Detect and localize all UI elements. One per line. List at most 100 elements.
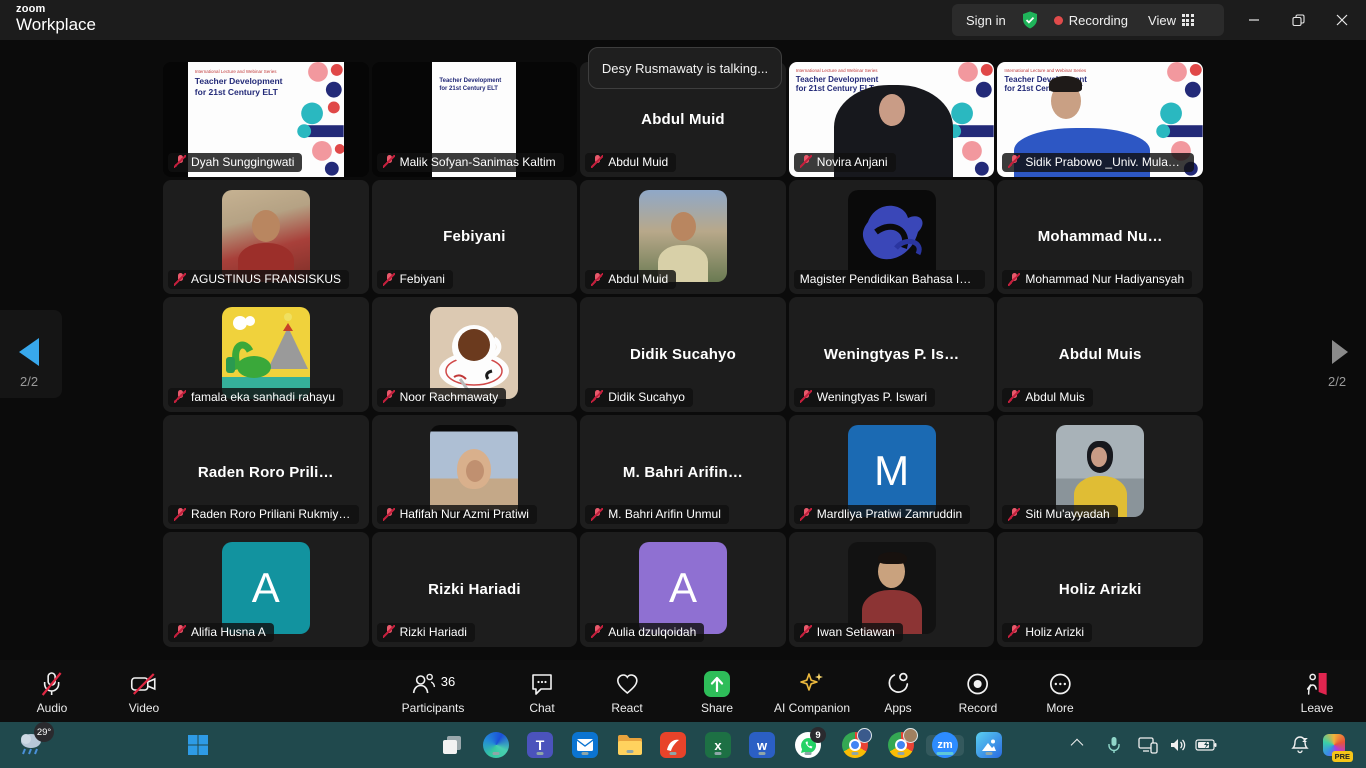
logo-workplace-text: Workplace: [16, 16, 96, 33]
participant-tile[interactable]: M. Bahri Arifin… M. Bahri Arifin Unmul: [580, 415, 786, 530]
participant-tile[interactable]: Iwan Setiawan: [789, 532, 995, 647]
participant-tile[interactable]: A Aulia dzulqoidah: [580, 532, 786, 647]
participant-name-label: Abdul Muid: [585, 153, 676, 172]
leave-button[interactable]: Leave: [1301, 671, 1334, 715]
audio-button[interactable]: Audio: [37, 671, 68, 715]
hidden-icons-chevron[interactable]: [1073, 741, 1082, 750]
view-grid-icon: [1182, 14, 1194, 26]
participant-tile[interactable]: Febiyani Febiyani: [372, 180, 578, 295]
weather-widget[interactable]: 29°: [18, 730, 50, 760]
copilot-button[interactable]: PRE: [1323, 734, 1345, 756]
participant-tile[interactable]: Rizki Hariadi Rizki Hariadi: [372, 532, 578, 647]
react-button[interactable]: React: [611, 671, 642, 715]
tray-microphone-icon[interactable]: [1107, 736, 1122, 754]
participant-tile[interactable]: Teacher Development for 21st Century ELT…: [372, 62, 578, 177]
next-page-arrow[interactable]: [1330, 338, 1350, 366]
task-view-button[interactable]: [440, 733, 464, 757]
photos-app[interactable]: [976, 732, 1002, 758]
speaking-toast: Desy Rusmawaty is talking...: [588, 47, 782, 89]
zoom-meeting-window: zoom Workplace Sign in Recording View: [0, 0, 1366, 768]
participant-name-label: Dyah Sunggingwati: [168, 153, 302, 172]
chat-button[interactable]: Chat: [529, 671, 555, 715]
participant-name-label: AGUSTINUS FRANSISKUS: [168, 270, 349, 289]
video-button[interactable]: Video: [129, 671, 159, 715]
close-button[interactable]: [1320, 0, 1364, 40]
participant-name-label: Siti Mu'ayyadah: [1002, 505, 1117, 524]
tray-cast-icon[interactable]: [1138, 736, 1158, 754]
participant-tile[interactable]: Holiz Arizki Holiz Arizki: [997, 532, 1203, 647]
foxit-pdf-app[interactable]: [660, 732, 686, 758]
sign-in-button[interactable]: Sign in: [966, 13, 1006, 28]
teams-app[interactable]: T: [527, 732, 553, 758]
participant-tile[interactable]: International Lecture and Webinar Series…: [997, 62, 1203, 177]
initial-avatar: M: [848, 425, 936, 517]
whatsapp-app[interactable]: 9: [795, 732, 821, 758]
muted-mic-icon: [1008, 273, 1020, 286]
chrome-app-2[interactable]: [888, 732, 914, 758]
view-label: View: [1148, 13, 1176, 28]
restore-button[interactable]: [1276, 0, 1320, 40]
view-button[interactable]: View: [1148, 13, 1194, 28]
participant-tile[interactable]: International Lecture and Webinar Series…: [789, 62, 995, 177]
share-button[interactable]: Share: [701, 671, 733, 715]
participant-name-label: Rizki Hariadi: [377, 623, 475, 642]
participant-tile[interactable]: Hafifah Nur Azmi Pratiwi: [372, 415, 578, 530]
participants-count: 36: [441, 674, 455, 689]
edge-app[interactable]: [483, 732, 509, 758]
participant-name-label: Alifia Husna A: [168, 623, 274, 642]
tray-volume-icon[interactable]: [1169, 737, 1187, 753]
minimize-button[interactable]: [1232, 0, 1276, 40]
apps-label: Apps: [884, 701, 911, 715]
participant-tile[interactable]: AGUSTINUS FRANSISKUS: [163, 180, 369, 295]
participant-tile[interactable]: Weningtyas P. Is… Weningtyas P. Iswari: [789, 297, 995, 412]
chrome-app-1[interactable]: [842, 732, 868, 758]
file-explorer-app[interactable]: [617, 734, 643, 756]
participant-tile[interactable]: Raden Roro Prili… Raden Roro Priliani Ru…: [163, 415, 369, 530]
participant-tile[interactable]: Abdul Muis Abdul Muis: [997, 297, 1203, 412]
profile-photo-avatar: [848, 542, 936, 634]
initial-avatar: A: [639, 542, 727, 634]
participant-tile[interactable]: Abdul Muid: [580, 180, 786, 295]
participant-tile[interactable]: Noor Rachmawaty: [372, 297, 578, 412]
muted-mic-icon: [174, 273, 186, 286]
tray-battery-icon[interactable]: [1195, 739, 1217, 751]
participant-tile[interactable]: A Alifia Husna A: [163, 532, 369, 647]
mail-app[interactable]: [572, 732, 598, 758]
participant-name-label: Noor Rachmawaty: [377, 388, 507, 407]
zoom-app-active[interactable]: zm: [932, 732, 958, 758]
participants-button[interactable]: 36 Participants: [402, 671, 465, 715]
participant-tile[interactable]: International Lecture and Webinar Series…: [163, 62, 369, 177]
whatsapp-badge: 9: [810, 727, 826, 743]
participant-tile[interactable]: Siti Mu'ayyadah: [997, 415, 1203, 530]
recording-label: Recording: [1069, 13, 1128, 28]
participant-name-label: Abdul Muis: [1002, 388, 1092, 407]
muted-mic-icon: [383, 508, 395, 521]
share-label: Share: [701, 701, 733, 715]
muted-mic-icon: [383, 625, 395, 638]
windows-taskbar: 29° Search T: [0, 722, 1366, 768]
initial-avatar: A: [222, 542, 310, 634]
participant-tile[interactable]: Mohammad Nu… Mohammad Nur Hadiyansyah: [997, 180, 1203, 295]
excel-app[interactable]: x: [705, 732, 731, 758]
muted-mic-icon: [800, 508, 812, 521]
muted-mic-icon: [591, 273, 603, 286]
participant-tile[interactable]: Didik Sucahyo Didik Sucahyo: [580, 297, 786, 412]
start-button[interactable]: [186, 733, 210, 757]
record-button[interactable]: Record: [959, 671, 998, 715]
participants-label: Participants: [402, 701, 465, 715]
previous-page-arrow[interactable]: [17, 336, 41, 368]
chat-icon: [529, 671, 555, 697]
ai-companion-label: AI Companion: [774, 701, 850, 715]
more-button[interactable]: More: [1046, 671, 1073, 715]
participant-tile[interactable]: famala eka sanhadi rahayu: [163, 297, 369, 412]
apps-button[interactable]: Apps: [884, 671, 911, 715]
video-label: Video: [129, 701, 159, 715]
notification-bell-icon[interactable]: [1290, 735, 1310, 755]
participant-name-label: M. Bahri Arifin Unmul: [585, 505, 729, 524]
security-shield-icon[interactable]: [1020, 10, 1040, 30]
ai-companion-button[interactable]: AI Companion: [774, 671, 850, 715]
participant-tile[interactable]: M Mardliya Pratiwi Zamruddin: [789, 415, 995, 530]
participant-name-label: Magister Pendidikan Bahasa Ing…: [794, 270, 985, 289]
word-app[interactable]: w: [749, 732, 775, 758]
participant-tile[interactable]: Magister Pendidikan Bahasa Ing…: [789, 180, 995, 295]
